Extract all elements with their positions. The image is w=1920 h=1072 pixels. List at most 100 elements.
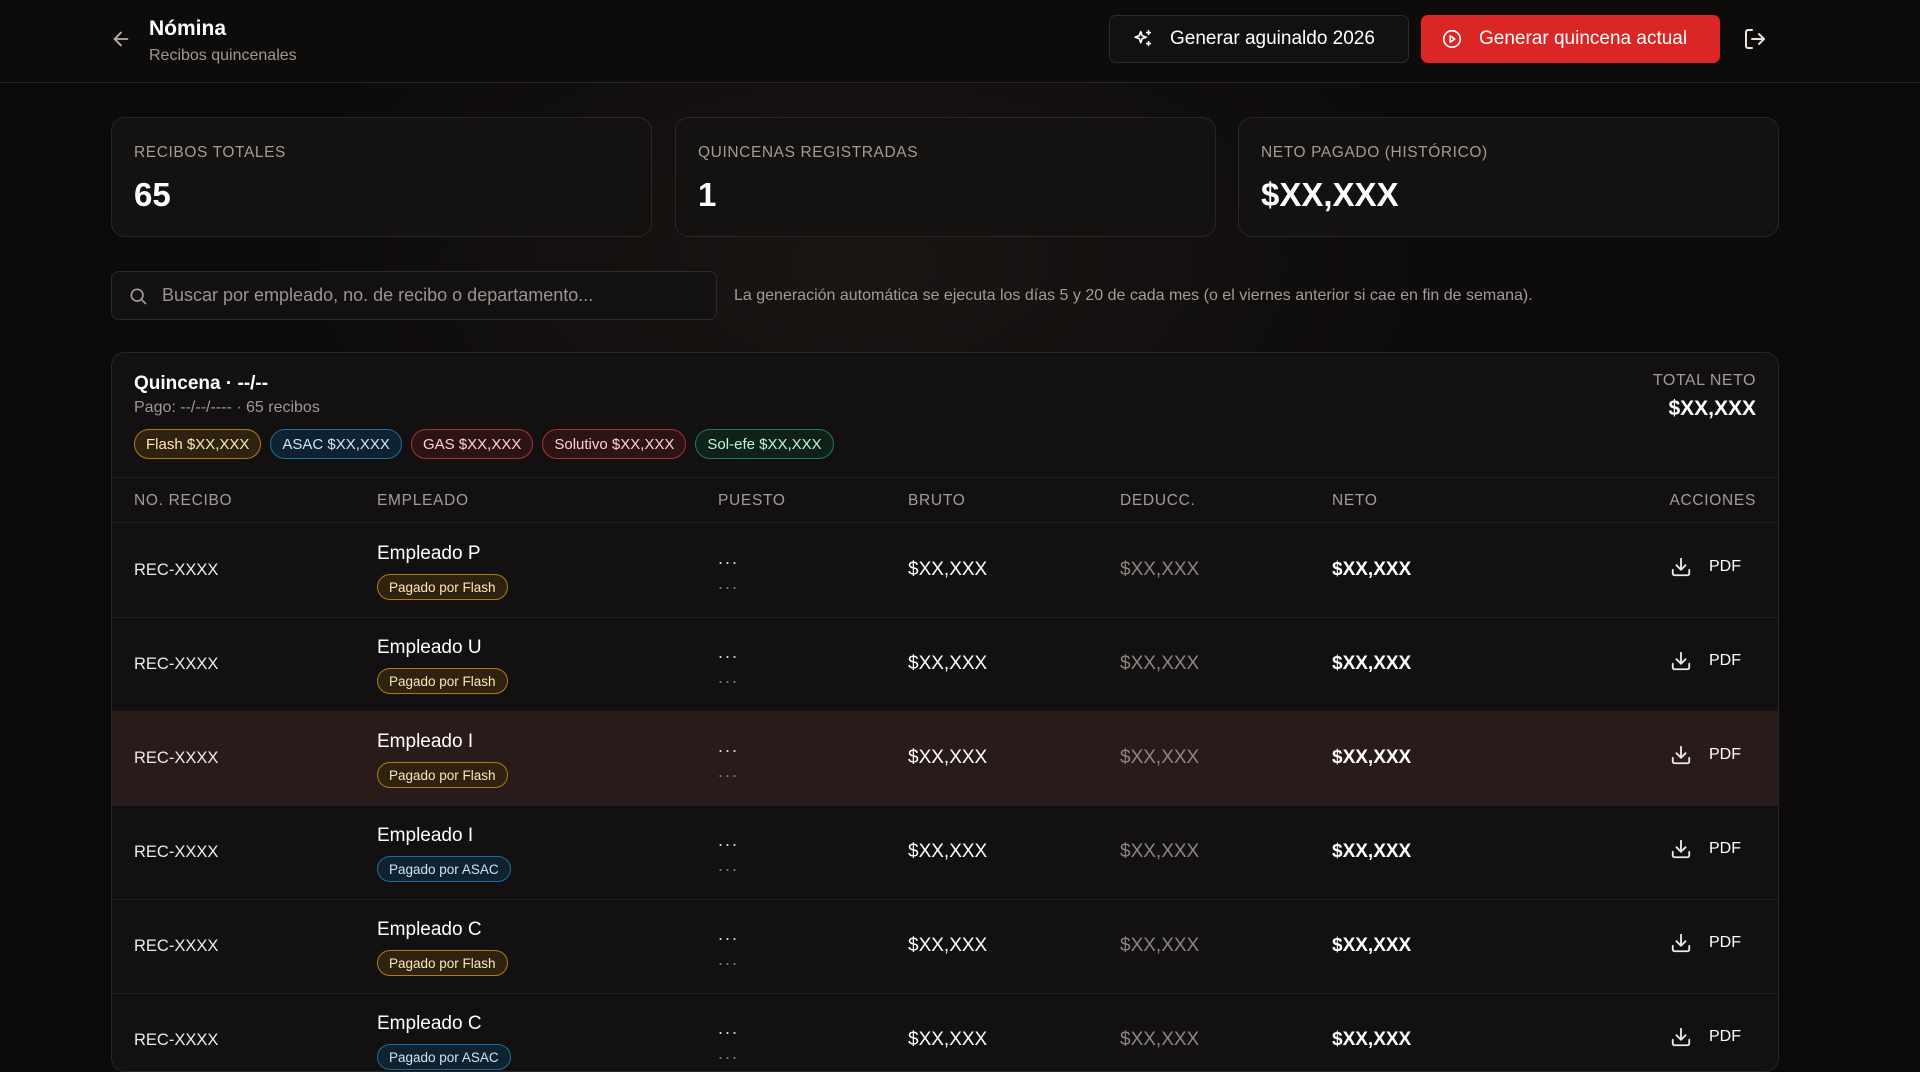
- employee-name: Empleado I: [377, 731, 474, 752]
- deductions-amount: $XX,XXX: [1120, 841, 1200, 862]
- chip-flash: Flash $XX,XXX: [134, 429, 262, 459]
- logout-icon: [1745, 29, 1765, 49]
- position-title: ...: [718, 924, 740, 944]
- download-pdf-button[interactable]: PDF: [1670, 1026, 1741, 1048]
- download-icon: [1671, 745, 1691, 765]
- receipt-number: REC-XXXX: [134, 937, 219, 955]
- download-icon: [1671, 1027, 1691, 1047]
- stat-label: RECIBOS TOTALES: [134, 144, 286, 161]
- logout-button[interactable]: [1743, 27, 1767, 51]
- generate-quincena-label: Generar quincena actual: [1479, 28, 1688, 49]
- employee-name: Empleado P: [377, 543, 481, 564]
- position-department: ...: [718, 949, 740, 969]
- search-icon: [130, 288, 147, 304]
- deductions-amount: $XX,XXX: [1120, 1029, 1200, 1050]
- download-pdf-button[interactable]: PDF: [1670, 838, 1741, 860]
- quincena-title: Quincena · --/--: [134, 373, 269, 394]
- pdf-label: PDF: [1709, 652, 1741, 669]
- net-amount: $XX,XXX: [1332, 559, 1412, 580]
- quincena-subtitle: Pago: --/--/---- · 65 recibos: [134, 399, 320, 416]
- col-bruto: BRUTO: [908, 492, 966, 509]
- col-deducc: DEDUCC.: [1120, 492, 1196, 509]
- chip-gas: GAS $XX,XXX: [410, 429, 534, 459]
- table-row[interactable]: REC-XXXX Empleado I Pagado por Flash ...…: [112, 712, 1778, 806]
- download-icon: [1671, 933, 1691, 953]
- pdf-label: PDF: [1709, 840, 1741, 857]
- table-row[interactable]: REC-XXXX Empleado C Pagado por ASAC ... …: [112, 994, 1778, 1071]
- company-chips: Flash $XX,XXX ASAC $XX,XXX GAS $XX,XXX S…: [134, 429, 834, 459]
- col-empleado: EMPLEADO: [377, 492, 469, 509]
- position-title: ...: [718, 830, 740, 850]
- employee-name: Empleado I: [377, 825, 474, 846]
- receipt-number: REC-XXXX: [134, 843, 219, 861]
- deductions-amount: $XX,XXX: [1120, 559, 1200, 580]
- net-amount: $XX,XXX: [1332, 935, 1412, 956]
- table-row[interactable]: REC-XXXX Empleado U Pagado por Flash ...…: [112, 618, 1778, 712]
- net-amount: $XX,XXX: [1332, 1029, 1412, 1050]
- total-neto-value: $XX,XXX: [1668, 397, 1756, 420]
- deductions-amount: $XX,XXX: [1120, 747, 1200, 768]
- receipt-number: REC-XXXX: [134, 655, 219, 673]
- receipt-number: REC-XXXX: [134, 1031, 219, 1049]
- download-pdf-button[interactable]: PDF: [1670, 744, 1741, 766]
- pdf-label: PDF: [1709, 1028, 1741, 1045]
- stat-card-recibos: RECIBOS TOTALES 65: [111, 117, 652, 237]
- download-icon: [1671, 651, 1691, 671]
- search-box: [111, 271, 717, 320]
- position-title: ...: [718, 736, 740, 756]
- position-department: ...: [718, 1043, 740, 1063]
- pdf-label: PDF: [1709, 746, 1741, 763]
- paid-by-badge: Pagado por Flash: [377, 574, 508, 600]
- download-icon: [1671, 557, 1691, 577]
- employee-name: Empleado C: [377, 1013, 482, 1034]
- table-row[interactable]: REC-XXXX Empleado I Pagado por ASAC ... …: [112, 806, 1778, 900]
- stat-value: 1: [698, 176, 717, 213]
- stat-value: 65: [134, 176, 171, 213]
- net-amount: $XX,XXX: [1332, 841, 1412, 862]
- table-row[interactable]: REC-XXXX Empleado P Pagado por Flash ...…: [112, 524, 1778, 618]
- col-puesto: PUESTO: [718, 492, 786, 509]
- deductions-amount: $XX,XXX: [1120, 935, 1200, 956]
- arrow-left-icon: [113, 31, 129, 47]
- chip-asac: ASAC $XX,XXX: [270, 429, 402, 459]
- sparkles-icon: [1134, 29, 1152, 47]
- gross-amount: $XX,XXX: [908, 653, 988, 674]
- paid-by-badge: Pagado por Flash: [377, 950, 508, 976]
- col-acciones: ACCIONES: [1669, 492, 1756, 509]
- paid-by-badge: Pagado por Flash: [377, 762, 508, 788]
- net-amount: $XX,XXX: [1332, 747, 1412, 768]
- position-title: ...: [718, 1018, 740, 1038]
- generate-quincena-button[interactable]: Generar quincena actual: [1421, 15, 1720, 63]
- position-title: ...: [718, 642, 740, 662]
- col-neto: NETO: [1332, 492, 1378, 509]
- download-pdf-button[interactable]: PDF: [1670, 932, 1741, 954]
- stat-card-neto: NETO PAGADO (HISTÓRICO) $XX,XXX: [1238, 117, 1779, 237]
- gross-amount: $XX,XXX: [908, 1029, 988, 1050]
- back-button[interactable]: [110, 28, 132, 50]
- receipt-number: REC-XXXX: [134, 749, 219, 767]
- position-department: ...: [718, 573, 740, 593]
- page-subtitle: Recibos quincenales: [149, 47, 297, 64]
- stat-card-quincenas: QUINCENAS REGISTRADAS 1: [675, 117, 1216, 237]
- quincena-panel: Quincena · --/-- Pago: --/--/---- · 65 r…: [111, 352, 1779, 1072]
- auto-generation-note: La generación automática se ejecuta los …: [734, 287, 1533, 304]
- employee-name: Empleado U: [377, 637, 482, 658]
- download-pdf-button[interactable]: PDF: [1670, 650, 1741, 672]
- position-title: ...: [718, 548, 740, 568]
- position-department: ...: [718, 761, 740, 781]
- stat-label: NETO PAGADO (HISTÓRICO): [1261, 144, 1488, 161]
- deductions-amount: $XX,XXX: [1120, 653, 1200, 674]
- net-amount: $XX,XXX: [1332, 653, 1412, 674]
- paid-by-badge: Pagado por Flash: [377, 668, 508, 694]
- total-neto-label: TOTAL NETO: [1652, 372, 1756, 389]
- search-input[interactable]: [162, 275, 716, 316]
- paid-by-badge: Pagado por ASAC: [377, 856, 511, 882]
- position-department: ...: [718, 667, 740, 687]
- chip-solutivo: Solutivo $XX,XXX: [542, 429, 687, 459]
- table-row[interactable]: REC-XXXX Empleado C Pagado por Flash ...…: [112, 900, 1778, 994]
- download-pdf-button[interactable]: PDF: [1670, 556, 1741, 578]
- generate-aguinaldo-button[interactable]: Generar aguinaldo 2026: [1109, 15, 1409, 63]
- col-recibo: NO. RECIBO: [134, 492, 233, 509]
- download-icon: [1671, 839, 1691, 859]
- stat-value: $XX,XXX: [1261, 176, 1399, 213]
